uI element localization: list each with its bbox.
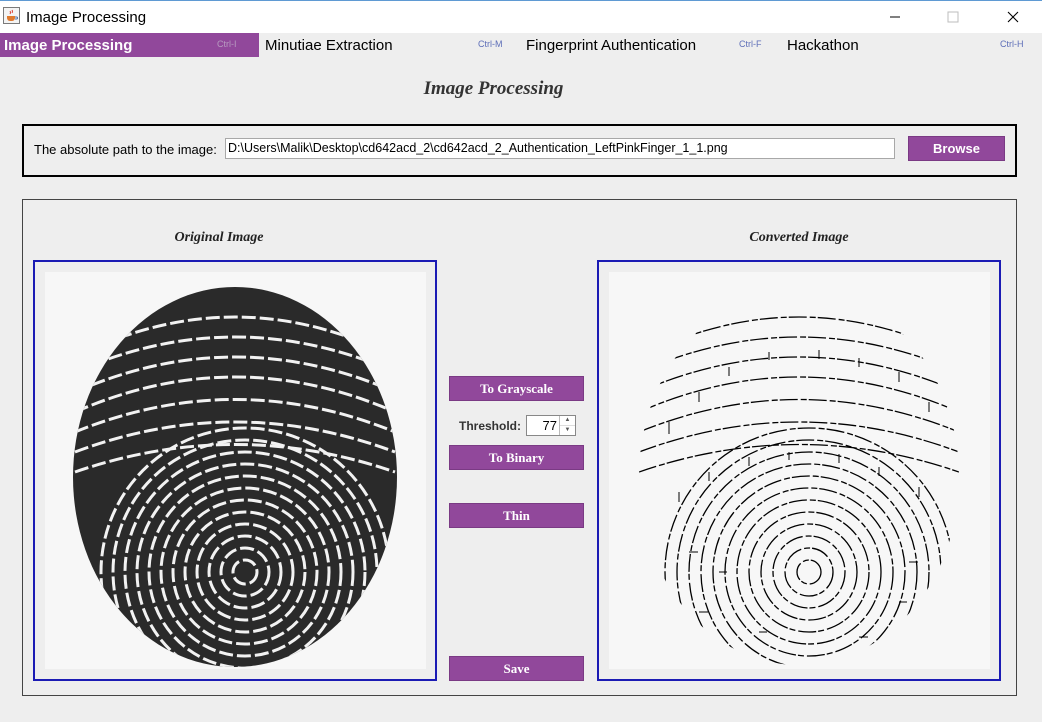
browse-button[interactable]: Browse: [908, 136, 1005, 161]
spinner-up-icon[interactable]: ▲: [560, 416, 575, 426]
menu-item-minutiae-extraction[interactable]: Minutiae Extraction Ctrl-M: [259, 33, 520, 57]
threshold-label: Threshold:: [459, 419, 521, 433]
original-image-frame: [33, 260, 437, 681]
menu-item-accelerator: Ctrl-H: [1000, 39, 1024, 49]
threshold-spinner[interactable]: 77 ▲ ▼: [526, 415, 576, 436]
to-binary-button[interactable]: To Binary: [449, 445, 584, 470]
image-panel: Original Image Converted Image To Graysc…: [22, 199, 1017, 696]
thin-button[interactable]: Thin: [449, 503, 584, 528]
threshold-value: 77: [542, 418, 557, 433]
close-icon: [1007, 11, 1019, 23]
window-title: Image Processing: [26, 9, 147, 26]
to-grayscale-button[interactable]: To Grayscale: [449, 376, 584, 401]
menu-item-accelerator: Ctrl-I: [217, 39, 237, 49]
menu-item-image-processing[interactable]: Image Processing Ctrl-I: [0, 33, 259, 57]
original-image: [45, 272, 426, 669]
menu-item-accelerator: Ctrl-F: [739, 39, 762, 49]
maximize-button[interactable]: [930, 1, 976, 33]
spinner-down-icon[interactable]: ▼: [560, 426, 575, 435]
title-bar: Image Processing: [0, 0, 1042, 33]
maximize-icon: [947, 11, 959, 23]
spinner-arrows: ▲ ▼: [559, 416, 575, 435]
page-title: Image Processing: [423, 78, 564, 99]
path-panel: The absolute path to the image: D:\Users…: [22, 124, 1017, 177]
image-path-input[interactable]: D:\Users\Malik\Desktop\cd642acd_2\cd642a…: [225, 138, 895, 159]
java-cup-icon: [3, 7, 20, 24]
minimize-icon: [890, 16, 900, 18]
menu-bar: Image Processing Ctrl-I Minutiae Extract…: [0, 33, 1042, 57]
menu-item-label: Minutiae Extraction: [265, 37, 393, 54]
converted-image-frame: [597, 260, 1001, 681]
menu-item-fingerprint-authentication[interactable]: Fingerprint Authentication Ctrl-F: [520, 33, 781, 57]
menu-item-accelerator: Ctrl-M: [478, 39, 503, 49]
path-label: The absolute path to the image:: [34, 142, 217, 157]
save-button[interactable]: Save: [449, 656, 584, 681]
converted-image-heading: Converted Image: [749, 230, 849, 245]
menu-item-hackathon[interactable]: Hackathon Ctrl-H: [781, 33, 1042, 57]
original-image-heading: Original Image: [174, 230, 264, 245]
menu-item-label: Fingerprint Authentication: [526, 37, 697, 54]
converted-image: [609, 272, 990, 669]
close-button[interactable]: [990, 1, 1036, 33]
menu-item-label: Hackathon: [787, 37, 859, 54]
menu-item-label: Image Processing: [4, 37, 133, 54]
minimize-button[interactable]: [872, 1, 918, 33]
